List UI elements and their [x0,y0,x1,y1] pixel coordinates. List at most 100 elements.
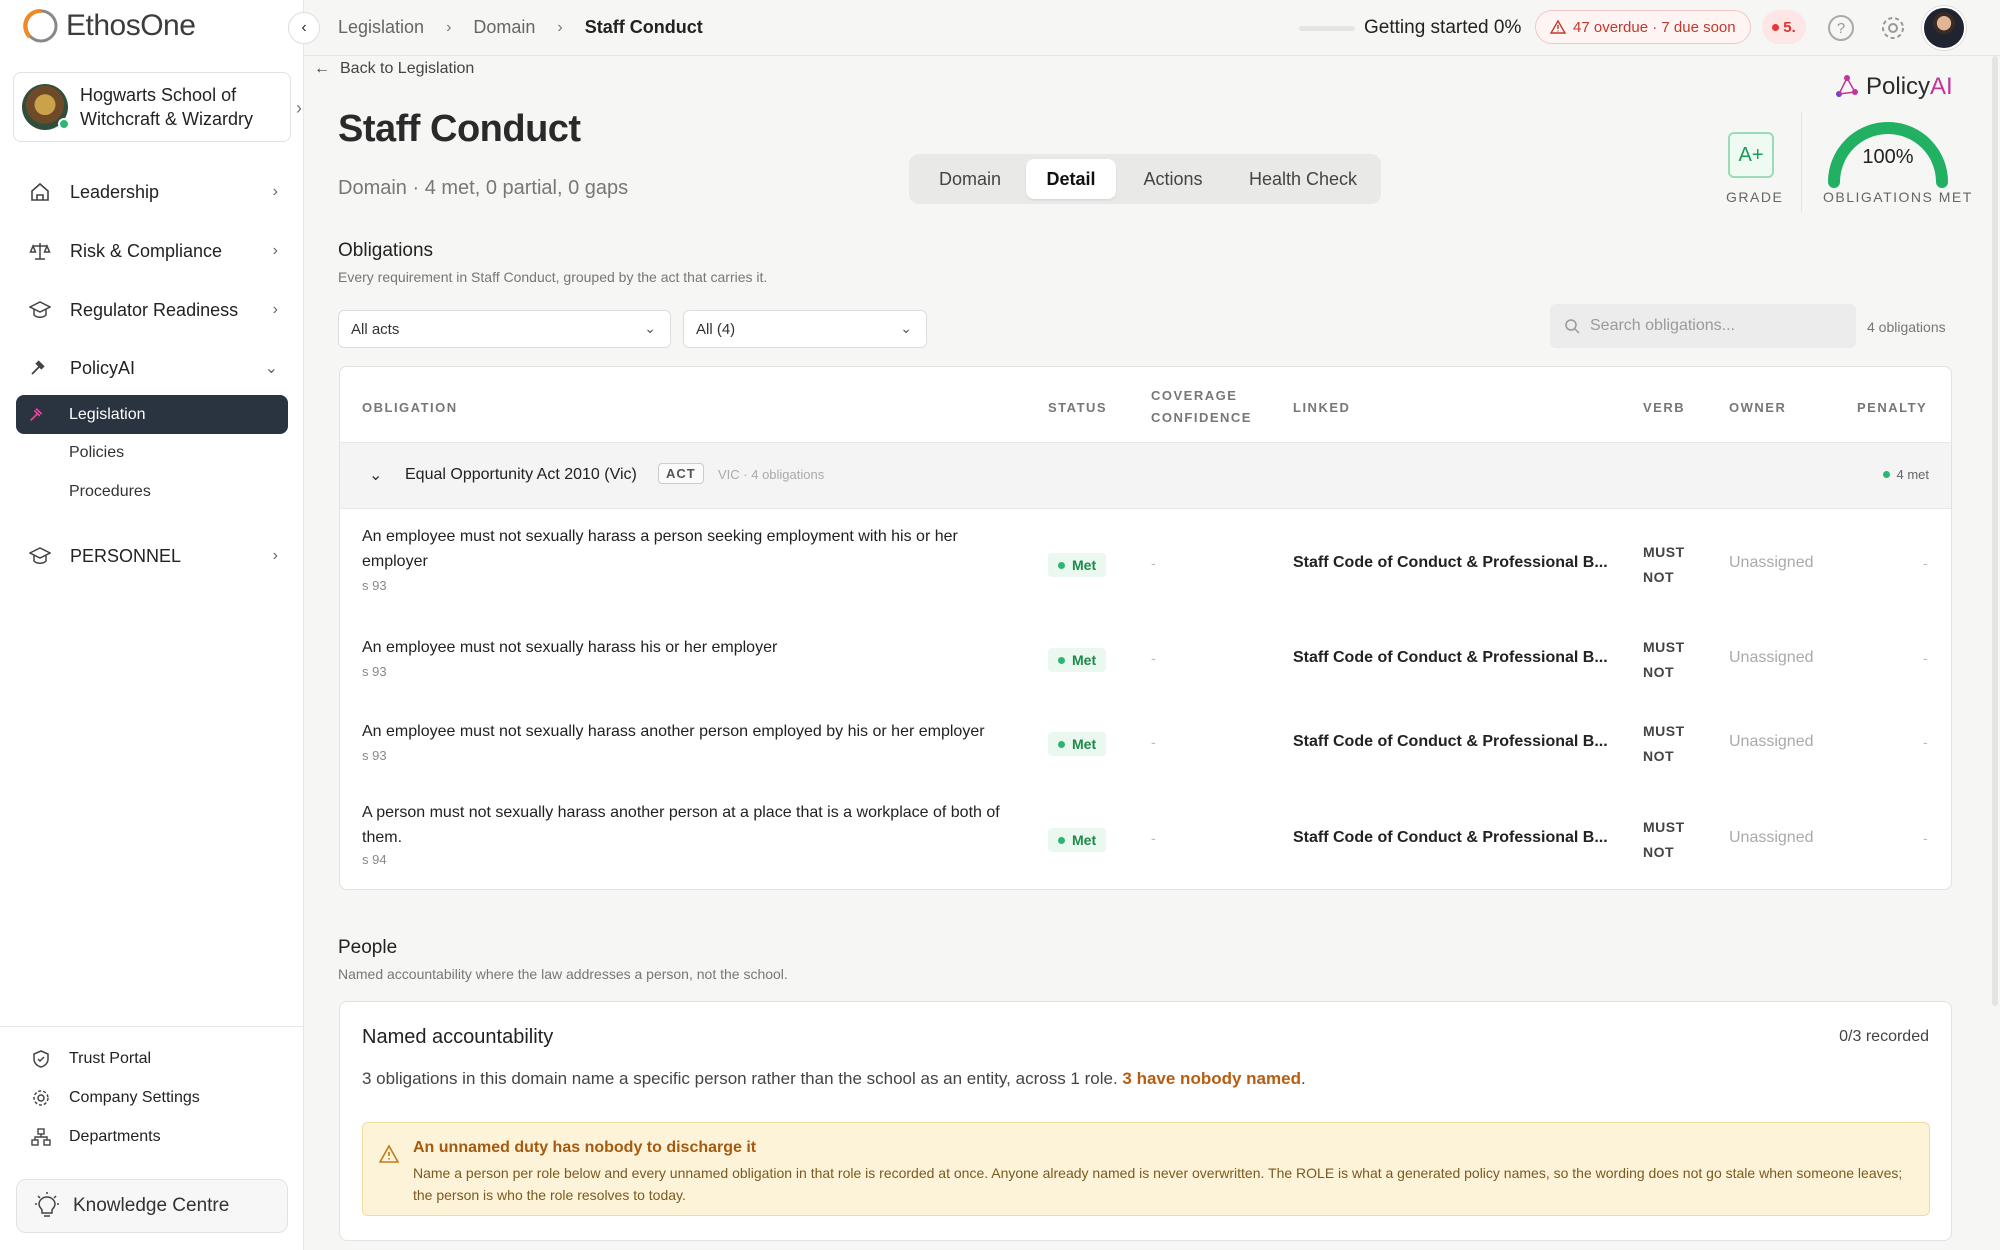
settings-gear-icon[interactable] [1879,14,1907,42]
gavel-icon [28,405,48,425]
act-meta: VIC · 4 obligations [718,467,825,482]
nav-item-risk-compliance[interactable]: Risk & Compliance › [28,231,278,271]
nav-label: PERSONNEL [70,545,182,566]
nav-label: Leadership [70,181,160,202]
chevron-down-icon: ⌄ [644,320,656,336]
obligation-section: s 93 [362,578,387,593]
tab-detail[interactable]: Detail [1026,159,1116,199]
acts-filter-select[interactable]: All acts ⌄ [338,310,671,348]
table-row[interactable]: An employee must not sexually harass ano… [340,702,1951,786]
obligations-title: Obligations [338,240,434,261]
linked-policy-link[interactable]: Staff Code of Conduct & Professional B..… [1293,649,1608,667]
view-tabs: Domain Detail Actions Health Check [909,154,1381,204]
nav-active-label: Legislation [69,405,146,423]
chevron-right-icon: › [557,18,563,36]
breadcrumb-legislation[interactable]: Legislation [338,17,424,38]
help-icon[interactable]: ? [1828,15,1854,41]
search-obligations-input[interactable]: Search obligations... [1550,304,1856,348]
tab-health-check[interactable]: Health Check [1230,159,1376,199]
status-text: Met [1072,557,1097,573]
alerts-count-badge[interactable]: 5. [1762,10,1806,44]
obligation-text: An employee must not sexually harass his… [362,639,778,656]
expand-org-chevron-icon[interactable]: › [296,98,302,119]
arrow-left-icon: ← [314,60,330,77]
chevron-down-icon: ⌄ [264,360,278,377]
nav-item-trust-portal[interactable]: Trust Portal [30,1048,151,1070]
obligations-table: OBLIGATION STATUS COVERAGE CONFIDENCE LI… [339,366,1952,890]
page-scrollbar[interactable] [1992,56,1998,1006]
col-penalty: PENALTY [1857,400,1928,415]
nav-item-policyai[interactable]: PolicyAI ⌄ [28,348,278,388]
people-desc: Named accountability where the law addre… [338,966,788,982]
page-title: Staff Conduct [338,108,581,150]
getting-started-label[interactable]: Getting started 0% [1364,17,1521,39]
col-coverage-line2: CONFIDENCE [1151,410,1252,425]
table-row[interactable]: An employee must not sexually harass a p… [340,509,1951,618]
nav-label: Departments [69,1128,161,1145]
user-avatar[interactable] [1922,6,1966,50]
verb-value: MUST NOT [1643,815,1685,865]
knowledge-centre-button[interactable]: Knowledge Centre [16,1179,288,1233]
linked-policy-link[interactable]: Staff Code of Conduct & Professional B..… [1293,554,1608,572]
org-switcher[interactable]: Hogwarts School of Witchcraft & Wizardry [13,72,291,142]
gauge-value: 100% [1862,146,1914,168]
nav-label: Trust Portal [69,1050,152,1067]
verb-line2: NOT [1643,664,1675,680]
linked-policy-link[interactable]: Staff Code of Conduct & Professional B..… [1293,733,1608,751]
tab-domain[interactable]: Domain [914,159,1026,199]
owner-value[interactable]: Unassigned [1729,649,1814,667]
verb-value: MUST NOT [1643,719,1685,769]
nav-subitem-procedures[interactable]: Procedures [69,483,151,501]
col-coverage: COVERAGE CONFIDENCE [1151,385,1252,429]
verb-line1: MUST [1643,723,1685,739]
penalty-value: - [1923,650,1928,666]
people-title: People [338,937,398,958]
gavel-icon [28,356,52,380]
app-logo[interactable]: EthosOne [22,6,196,46]
status-badge: Met [1048,553,1107,577]
gauge-label: OBLIGATIONS MET [1823,189,1973,205]
getting-started-progress-bar [1299,26,1355,31]
gauge-divider [1801,112,1802,212]
nav-item-personnel[interactable]: PERSONNEL › [28,536,278,576]
obligation-text: A person must not sexually harass anothe… [362,804,1000,846]
breadcrumb-domain[interactable]: Domain [473,17,535,38]
met-dot [1058,740,1065,748]
overdue-badge[interactable]: 47 overdue · 7 due soon [1535,10,1751,44]
status-text: Met [1072,832,1097,848]
accountability-summary: 3 obligations in this domain name a spec… [362,1069,1118,1088]
linked-policy-link[interactable]: Staff Code of Conduct & Professional B..… [1293,829,1608,847]
nav-item-regulator-readiness[interactable]: Regulator Readiness › [28,290,278,330]
chevron-down-icon[interactable]: ⌄ [369,465,382,485]
act-group-row[interactable]: ⌄ Equal Opportunity Act 2010 (Vic) ACT V… [340,442,1951,509]
back-to-legislation-link[interactable]: ← Back to Legislation [314,60,474,78]
tab-actions[interactable]: Actions [1116,159,1230,199]
lightbulb-icon [31,1190,63,1222]
nav-item-departments[interactable]: Departments [30,1126,161,1148]
obligation-section: s 93 [362,748,387,763]
nav-subitem-policies[interactable]: Policies [69,444,124,462]
col-obligation: OBLIGATION [362,400,458,415]
alerts-count: 5. [1783,18,1796,36]
owner-value[interactable]: Unassigned [1729,554,1814,572]
chevron-right-icon: › [272,183,278,200]
owner-value[interactable]: Unassigned [1729,733,1814,751]
table-row[interactable]: An employee must not sexually harass his… [340,618,1951,702]
obligation-section: s 94 [362,852,387,867]
gear-icon [30,1087,52,1109]
collapse-sidebar-button[interactable]: ‹ [288,12,320,44]
search-placeholder: Search obligations... [1590,317,1735,334]
status-filter-select[interactable]: All (4) ⌄ [683,310,927,348]
nav-item-leadership[interactable]: Leadership › [28,172,278,212]
chevron-right-icon: › [272,547,278,564]
met-dot [1058,836,1065,844]
top-bar: ‹ Legislation › Domain › Staff Conduct G… [288,0,2000,56]
nav-item-legislation[interactable]: Legislation [16,395,288,434]
verb-value: MUST NOT [1643,540,1685,590]
nav-item-company-settings[interactable]: Company Settings [30,1087,200,1109]
met-dot [1058,561,1065,569]
owner-value[interactable]: Unassigned [1729,829,1814,847]
status-badge: Met [1048,648,1107,672]
table-row[interactable]: A person must not sexually harass anothe… [340,786,1951,889]
brand-name: EthosOne [66,9,196,42]
